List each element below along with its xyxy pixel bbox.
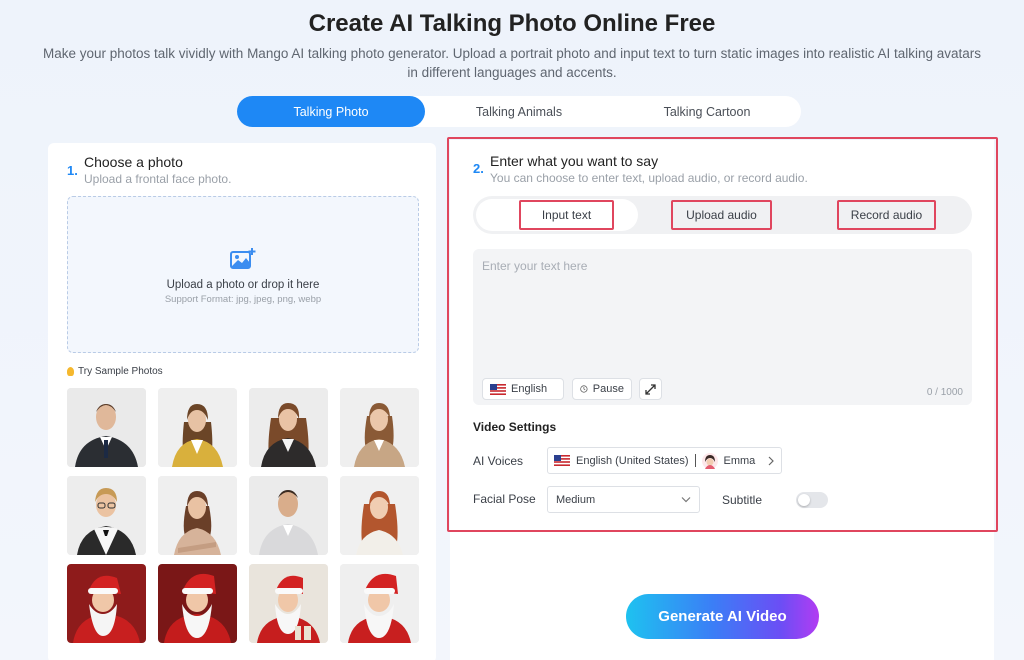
facial-pose-label: Facial Pose	[473, 492, 536, 506]
page-title: Create AI Talking Photo Online Free	[308, 10, 716, 37]
tab-upload-audio[interactable]: Upload audio	[671, 200, 772, 230]
ai-voice-selector[interactable]: English (United States) Emma	[547, 447, 782, 474]
chevron-down-icon	[681, 497, 691, 503]
subtitle-label: Subtitle	[722, 493, 763, 507]
divider	[694, 454, 696, 467]
facial-pose-value: Medium	[556, 493, 596, 506]
tab-record-audio[interactable]: Record audio	[837, 200, 936, 230]
mode-tabs: Talking Photo Talking Animals Talking Ca…	[237, 96, 801, 127]
step-description: Upload a frontal face photo.	[84, 172, 232, 186]
step-number: 1.	[67, 163, 78, 178]
lightbulb-icon	[67, 367, 74, 376]
expand-icon	[645, 383, 656, 395]
sample-photo[interactable]	[67, 388, 146, 467]
speech-text-area: English Pause 0 / 1000	[473, 249, 972, 405]
facial-pose-select[interactable]: Medium	[547, 486, 700, 513]
voice-name: Emma	[723, 454, 756, 467]
sample-photo[interactable]	[340, 388, 419, 467]
sample-photo[interactable]	[249, 564, 328, 643]
step-description: You can choose to enter text, upload aud…	[490, 171, 808, 185]
sample-photos-label: Try Sample Photos	[67, 366, 163, 377]
enter-speech-panel: 2. Enter what you want to say You can ch…	[450, 140, 994, 660]
speech-text-input[interactable]	[473, 249, 972, 369]
language-label: English	[511, 383, 548, 395]
tab-talking-photo[interactable]: Talking Photo	[237, 96, 425, 127]
sample-photo[interactable]	[340, 564, 419, 643]
sample-photo[interactable]	[340, 476, 419, 555]
tab-talking-animals[interactable]: Talking Animals	[425, 96, 613, 127]
sample-photo[interactable]	[158, 388, 237, 467]
subtitle-toggle[interactable]	[796, 492, 828, 508]
sample-photo[interactable]	[249, 388, 328, 467]
ai-voices-label: AI Voices	[473, 454, 524, 468]
audio-source-tabs: Input text Upload audio Record audio	[473, 196, 972, 234]
voice-language: English (United States)	[576, 454, 689, 467]
upload-formats: Support Format: jpg, jpeg, png, webp	[164, 294, 322, 305]
step-title: Enter what you want to say	[490, 153, 659, 169]
sample-photo[interactable]	[158, 476, 237, 555]
pause-label: Pause	[592, 383, 624, 395]
add-image-icon	[230, 248, 256, 269]
video-settings-title: Video Settings	[473, 420, 557, 434]
sample-photos-text: Try Sample Photos	[78, 366, 163, 377]
sample-photo[interactable]	[158, 564, 237, 643]
photo-upload-dropzone[interactable]: Upload a photo or drop it here Support F…	[67, 196, 419, 353]
sample-photo[interactable]	[67, 476, 146, 555]
language-selector[interactable]: English	[482, 378, 564, 400]
sample-photo[interactable]	[67, 564, 146, 643]
avatar-icon	[701, 452, 718, 469]
pause-button[interactable]: Pause	[572, 378, 632, 400]
character-counter: 0 / 1000	[926, 387, 963, 398]
step-number: 2.	[473, 161, 484, 176]
clock-icon	[580, 385, 588, 393]
generate-video-button[interactable]: Generate AI Video	[626, 594, 819, 639]
us-flag-icon	[554, 455, 570, 466]
chevron-right-icon	[768, 456, 774, 465]
toggle-knob	[798, 494, 810, 506]
tab-input-text[interactable]: Input text	[519, 200, 614, 230]
us-flag-icon	[490, 383, 506, 395]
page-subtitle: Make your photos talk vividly with Mango…	[42, 46, 981, 80]
expand-button[interactable]	[639, 378, 662, 400]
choose-photo-panel: 1. Choose a photo Upload a frontal face …	[48, 143, 436, 660]
tab-talking-cartoon[interactable]: Talking Cartoon	[613, 96, 801, 127]
sample-photo[interactable]	[249, 476, 328, 555]
step-title: Choose a photo	[84, 154, 183, 170]
upload-instruction: Upload a photo or drop it here	[166, 279, 320, 291]
